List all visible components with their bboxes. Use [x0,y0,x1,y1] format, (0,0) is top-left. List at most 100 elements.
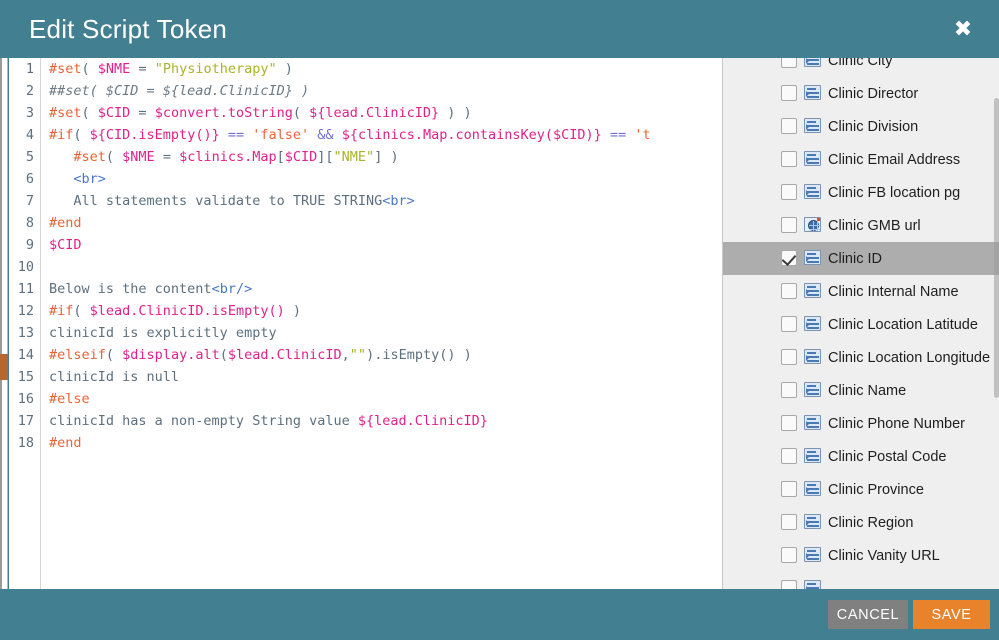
token-list-item[interactable]: Clinic Location Latitude [723,308,999,341]
checkbox-icon[interactable] [781,514,797,530]
token-list-item[interactable]: Clinic Name [723,374,999,407]
checkbox-icon[interactable] [781,151,797,167]
sliver-highlight-mark [0,354,8,380]
code-line[interactable]: clinicId has a non-empty String value ${… [49,410,722,432]
text-field-icon [804,415,821,430]
text-field-icon [804,58,821,67]
checkbox-icon[interactable] [781,547,797,563]
code-line[interactable]: #else [49,388,722,410]
text-field-icon [804,514,821,529]
checkbox-icon[interactable] [781,217,797,233]
token-list-item[interactable]: Clinic FB location pg [723,176,999,209]
code-line[interactable]: #end [49,432,722,454]
checkbox-icon[interactable] [781,58,797,68]
checkbox-icon[interactable] [781,250,797,266]
text-field-icon [804,349,821,364]
checkbox-icon[interactable] [781,349,797,365]
token-list-item[interactable] [723,572,999,589]
background-page-sliver [0,58,8,589]
token-list-panel[interactable]: Clinic City Clinic Director Clinic Divisio… [722,58,999,589]
token-list-item[interactable]: Clinic Division [723,110,999,143]
code-line[interactable] [49,256,722,278]
token-list-item[interactable]: Clinic Vanity URL [723,539,999,572]
checkbox-icon[interactable] [781,580,797,589]
token-list-item[interactable]: Clinic Phone Number [723,407,999,440]
line-number: 4 [25,127,34,143]
code-line[interactable]: ##set( $CID = ${lead.ClinicID} ) [49,80,722,102]
code-line[interactable]: #end [49,212,722,234]
modal-footer: CANCEL SAVE [0,589,999,640]
save-button[interactable]: SAVE [913,600,990,629]
modal-header: Edit Script Token ✖ [0,0,999,58]
checkbox-icon[interactable] [781,316,797,332]
checkbox-icon[interactable] [781,448,797,464]
token-list-item[interactable]: Clinic Postal Code [723,440,999,473]
token-list-item[interactable]: Clinic Email Address [723,143,999,176]
code-line[interactable]: $CID [49,234,722,256]
token-list-item[interactable]: Clinic Location Longitude [723,341,999,374]
code-line[interactable]: Below is the content<br/> [49,278,722,300]
code-line[interactable]: #if( ${CID.isEmpty()} == 'false' && ${cl… [49,124,722,146]
token-list-item[interactable]: Clinic ID [723,242,999,275]
line-number: 9 [25,237,34,253]
close-icon[interactable]: ✖ [950,17,976,43]
token-list-item-label: Clinic Division [828,118,919,135]
code-line[interactable]: #set( $CID = $convert.toString( ${lead.C… [49,102,722,124]
text-field-icon [804,316,821,331]
token-list-item[interactable]: Clinic Region [723,506,999,539]
token-list-item-label: Clinic GMB url [828,217,921,234]
text-field-icon [804,448,821,463]
token-list-scrollbar[interactable] [994,58,999,589]
code-line[interactable]: #set( $NME = $clinics.Map[$CID]["NME"] ) [49,146,722,168]
text-field-icon [804,547,821,562]
line-number: 13 [17,325,34,341]
line-number: 5 [25,149,34,165]
code-line[interactable]: <br> [49,168,722,190]
token-list-item[interactable]: Clinic City [723,58,999,77]
text-field-icon [804,580,821,589]
text-field-icon [804,118,821,133]
checkbox-icon[interactable] [781,184,797,200]
checkbox-icon[interactable] [781,85,797,101]
token-list-item[interactable]: Clinic Internal Name [723,275,999,308]
token-list-item-label: Clinic City [828,58,893,69]
code-line[interactable]: #if( $lead.ClinicID.isEmpty() ) [49,300,722,322]
line-number: 10 [17,259,34,275]
scrollbar-thumb[interactable] [994,98,999,398]
checkbox-icon[interactable] [781,283,797,299]
token-list-item-label: Clinic Name [828,382,907,399]
modal-body: 1 2 3 4 5 6 7 8 9 10 11 12 13 14 15 16 17 18 #set( $NME =… [0,58,999,589]
checkbox-icon[interactable] [781,481,797,497]
line-number-gutter: 1 2 3 4 5 6 7 8 9 10 11 12 13 14 15 16 17 18 [9,58,41,589]
line-number: 12 [17,303,34,319]
checkbox-icon[interactable] [781,118,797,134]
edit-script-token-modal: Edit Script Token ✖ 1 2 3 4 5 6 7 8 9 10 11 12 13 14 1… [0,0,999,640]
token-list-item-label: Clinic Director [828,85,919,102]
line-number: 7 [25,193,34,209]
text-field-icon [804,85,821,100]
code-line[interactable]: All statements validate to TRUE STRING<b… [49,190,722,212]
code-line[interactable]: #set( $NME = "Physiotherapy" ) [49,58,722,80]
token-list-item-label: Clinic Email Address [828,151,961,168]
line-number: 8 [25,215,34,231]
code-content[interactable]: #set( $NME = "Physiotherapy" ) ##set( $CI… [42,58,722,589]
token-list[interactable]: Clinic City Clinic Director Clinic Divisio… [723,58,999,589]
line-number: 18 [17,435,34,451]
token-list-item[interactable]: Clinic GMB url [723,209,999,242]
token-list-item-label: Clinic Internal Name [828,283,959,300]
text-field-icon [804,250,821,265]
line-number: 16 [17,391,34,407]
token-list-item[interactable]: Clinic Province [723,473,999,506]
script-editor[interactable]: 1 2 3 4 5 6 7 8 9 10 11 12 13 14 15 16 17 18 #set( $NME =… [9,58,722,589]
editor-scroll-area[interactable]: 1 2 3 4 5 6 7 8 9 10 11 12 13 14 15 16 17 18 #set( $NME =… [9,58,722,589]
token-list-item-label: Clinic ID [828,250,882,267]
code-line[interactable]: #elseif( $display.alt($lead.ClinicID,"")… [49,344,722,366]
checkbox-icon[interactable] [781,415,797,431]
cancel-button[interactable]: CANCEL [828,600,908,629]
text-field-icon [804,184,821,199]
code-line[interactable]: clinicId is null [49,366,722,388]
token-list-item-label: Clinic Phone Number [828,415,966,432]
token-list-item[interactable]: Clinic Director [723,77,999,110]
code-line[interactable]: clinicId is explicitly empty [49,322,722,344]
checkbox-icon[interactable] [781,382,797,398]
